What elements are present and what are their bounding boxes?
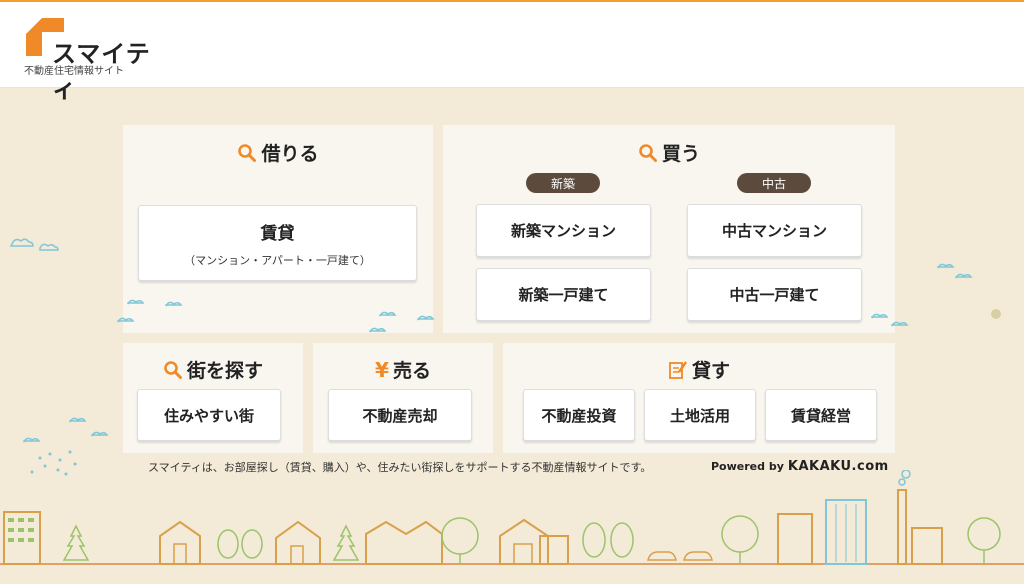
decorative-clouds-lower bbox=[23, 417, 109, 476]
used-pill: 中古 bbox=[737, 173, 811, 193]
site-header: スマイティ 不動産住宅情報サイト bbox=[0, 0, 1024, 103]
search-icon bbox=[238, 143, 257, 162]
document-edit-icon bbox=[669, 360, 688, 379]
search-icon bbox=[639, 143, 657, 162]
sell-panel: ¥ 売る 不動産売却 bbox=[313, 343, 493, 453]
buy-title: 買う bbox=[443, 139, 895, 166]
logo-tagline: 不動産住宅情報サイト bbox=[24, 66, 124, 77]
sell-title: ¥ 売る bbox=[375, 357, 431, 383]
town-panel: 街を探す 住みやすい街 bbox=[123, 343, 303, 453]
lend-panel: 貸す 不動産投資 土地活用 賃貸経営 bbox=[503, 343, 895, 453]
livable-town-button[interactable]: 住みやすい街 bbox=[137, 389, 281, 441]
property-investment-button[interactable]: 不動産投資 bbox=[523, 389, 635, 441]
rent-title: 借りる bbox=[123, 139, 433, 166]
town-scenery-illustration bbox=[0, 470, 1024, 565]
town-title: 街を探す bbox=[123, 356, 303, 383]
new-build-pill: 新築 bbox=[526, 173, 600, 193]
search-icon bbox=[164, 360, 182, 379]
property-sale-button[interactable]: 不動産売却 bbox=[328, 389, 472, 441]
land-use-button[interactable]: 土地活用 bbox=[644, 389, 756, 441]
yen-icon: ¥ bbox=[375, 357, 389, 382]
decorative-clouds bbox=[9, 238, 1001, 333]
rental-management-button[interactable]: 賃貸経営 bbox=[765, 389, 877, 441]
lend-title: 貸す bbox=[503, 356, 895, 383]
site-logo[interactable]: スマイティ 不動産住宅情報サイト bbox=[24, 16, 154, 103]
